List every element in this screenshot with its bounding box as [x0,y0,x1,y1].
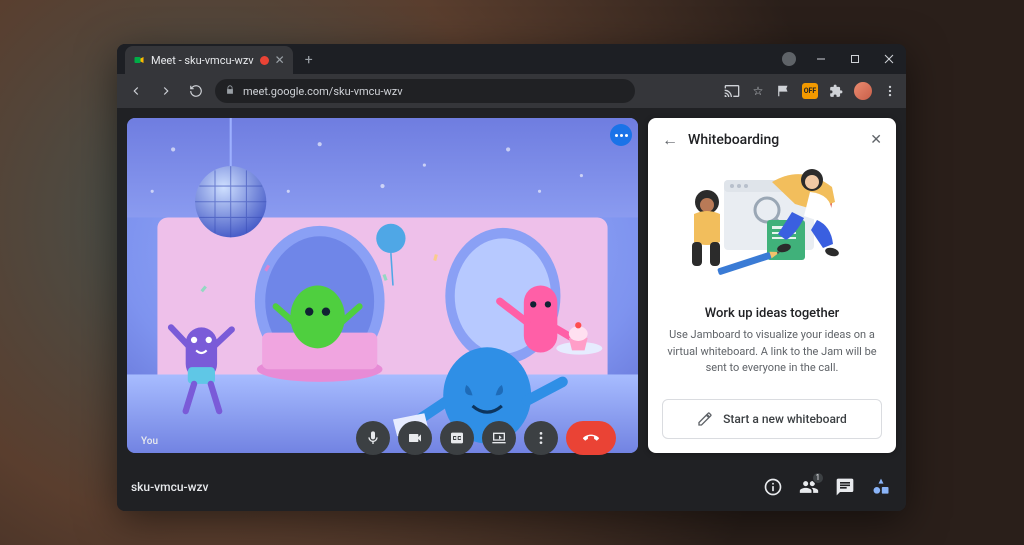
meeting-details-button[interactable] [762,476,784,498]
chrome-menu-icon[interactable] [882,83,898,99]
toolbar-right: ☆ OFF [724,82,898,100]
captions-button[interactable] [440,421,474,455]
browser-tab[interactable]: Meet - sku-vmcu-wzv ✕ [125,46,293,74]
panel-illustration [662,150,882,292]
edit-pencil-icon [697,411,713,427]
panel-title: Whiteboarding [688,132,860,148]
minimize-button[interactable] [804,44,838,74]
lock-icon [225,85,235,98]
nav-back-button[interactable] [125,80,147,102]
panel-heading: Work up ideas together [662,306,882,321]
present-button[interactable] [482,421,516,455]
window-controls [782,44,906,74]
right-controls: 1 [762,476,892,498]
activities-button[interactable] [870,476,892,498]
people-button[interactable]: 1 [798,476,820,498]
recording-indicator-icon [260,56,269,65]
close-window-button[interactable] [872,44,906,74]
extension-off-badge[interactable]: OFF [802,83,818,99]
end-call-button[interactable] [566,421,616,455]
extension-flag-icon[interactable] [776,83,792,99]
video-scene-illustration [127,118,638,453]
new-tab-button[interactable]: + [297,48,321,72]
profile-avatar-icon[interactable] [854,82,872,100]
tab-close-icon[interactable]: ✕ [275,53,285,67]
camera-button[interactable] [398,421,432,455]
mic-button[interactable] [356,421,390,455]
nav-forward-button[interactable] [155,80,177,102]
address-bar: meet.google.com/sku-vmcu-wzv ☆ OFF [117,74,906,108]
nav-reload-button[interactable] [185,80,207,102]
start-whiteboard-button[interactable]: Start a new whiteboard [662,399,882,439]
cast-icon[interactable] [724,83,740,99]
chat-button[interactable] [834,476,856,498]
self-video-tile[interactable]: You [127,118,638,453]
more-options-button[interactable] [524,421,558,455]
extensions-puzzle-icon[interactable] [828,83,844,99]
chrome-account-icon[interactable] [782,52,796,66]
meeting-code: sku-vmcu-wzv [131,480,209,494]
titlebar: Meet - sku-vmcu-wzv ✕ + [117,44,906,74]
participant-count-badge: 1 [812,472,825,484]
panel-back-button[interactable]: ← [662,130,678,150]
chrome-window: Meet - sku-vmcu-wzv ✕ + meet.google.com/… [117,44,906,511]
tile-options-button[interactable] [610,124,632,146]
tab-title: Meet - sku-vmcu-wzv [151,54,254,67]
bottom-bar: sku-vmcu-wzv 1 [117,463,906,511]
panel-description: Use Jamboard to visualize your ideas on … [662,327,882,377]
start-whiteboard-label: Start a new whiteboard [723,412,847,426]
omnibox[interactable]: meet.google.com/sku-vmcu-wzv [215,79,635,103]
whiteboarding-panel: ← Whiteboarding ✕ [648,118,896,453]
call-controls [356,421,616,455]
self-label: You [141,436,158,447]
bookmark-star-icon[interactable]: ☆ [750,83,766,99]
video-stage: You [117,108,648,463]
meet-favicon-icon [133,54,145,66]
maximize-button[interactable] [838,44,872,74]
meet-content: You ← Whiteboarding ✕ [117,108,906,463]
url-text: meet.google.com/sku-vmcu-wzv [243,85,403,98]
panel-close-button[interactable]: ✕ [870,132,882,148]
